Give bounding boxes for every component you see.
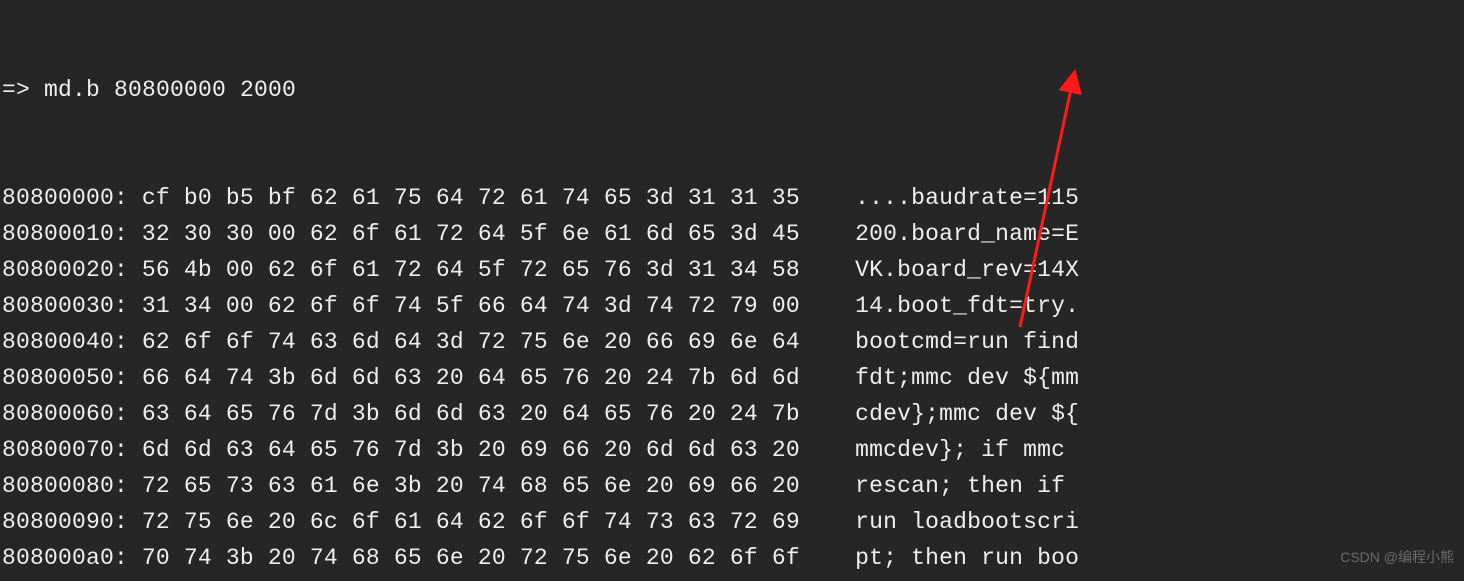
row-hex: 32 30 30 00 62 6f 61 72 64 5f 6e 61 6d 6… <box>142 216 800 252</box>
row-address: 80800050: <box>2 360 128 396</box>
row-hex: 62 6f 6f 74 63 6d 64 3d 72 75 6e 20 66 6… <box>142 324 800 360</box>
row-ascii: 14.boot_fdt=try. <box>855 288 1079 324</box>
hexdump-row: 80800070: 6d 6d 63 64 65 76 7d 3b 20 69 6… <box>2 432 1079 468</box>
row-address: 80800040: <box>2 324 128 360</box>
row-address: 80800090: <box>2 504 128 540</box>
row-ascii: fdt;mmc dev ${mm <box>855 360 1079 396</box>
hexdump-row: 80800080: 72 65 73 63 61 6e 3b 20 74 68 6… <box>2 468 1079 504</box>
row-address: 808000a0: <box>2 540 128 576</box>
row-ascii: mmcdev}; if mmc <box>855 432 1079 468</box>
row-hex: 6d 6d 63 64 65 76 7d 3b 20 69 66 20 6d 6… <box>142 432 800 468</box>
row-hex: 74 73 63 72 69 70 74 3b 20 65 6c 73 65 2… <box>142 576 800 581</box>
hexdump-row: 80800000: cf b0 b5 bf 62 61 75 64 72 61 7… <box>2 180 1079 216</box>
row-ascii: 200.board_name=E <box>855 216 1079 252</box>
row-address: 80800060: <box>2 396 128 432</box>
hexdump-row: 80800010: 32 30 30 00 62 6f 61 72 64 5f 6… <box>2 216 1079 252</box>
hexdump-row: 808000b0: 74 73 63 72 69 70 74 3b 20 65 6… <box>2 576 1079 581</box>
row-ascii: run loadbootscri <box>855 504 1079 540</box>
terminal-output: => md.b 80800000 2000 80800000: cf b0 b5 … <box>0 0 1081 581</box>
command-line: => md.b 80800000 2000 <box>2 72 1079 108</box>
row-hex: cf b0 b5 bf 62 61 75 64 72 61 74 65 3d 3… <box>142 180 800 216</box>
row-hex: 31 34 00 62 6f 6f 74 5f 66 64 74 3d 74 7… <box>142 288 800 324</box>
command-text: => md.b 80800000 2000 <box>2 72 296 108</box>
row-hex: 63 64 65 76 7d 3b 6d 6d 63 20 64 65 76 2… <box>142 396 800 432</box>
row-ascii: ....baudrate=115 <box>855 180 1079 216</box>
row-hex: 72 75 6e 20 6c 6f 61 64 62 6f 6f 74 73 6… <box>142 504 800 540</box>
row-hex: 66 64 74 3b 6d 6d 63 20 64 65 76 20 24 7… <box>142 360 800 396</box>
hexdump-row: 808000a0: 70 74 3b 20 74 68 65 6e 20 72 7… <box>2 540 1079 576</box>
hexdump-row: 80800040: 62 6f 6f 74 63 6d 64 3d 72 75 6… <box>2 324 1079 360</box>
hexdump-row: 80800020: 56 4b 00 62 6f 61 72 64 5f 72 6… <box>2 252 1079 288</box>
hexdump-row: 80800050: 66 64 74 3b 6d 6d 63 20 64 65 7… <box>2 360 1079 396</box>
row-hex: 70 74 3b 20 74 68 65 6e 20 72 75 6e 20 6… <box>142 540 800 576</box>
row-address: 80800020: <box>2 252 128 288</box>
row-hex: 72 65 73 63 61 6e 3b 20 74 68 65 6e 20 6… <box>142 468 800 504</box>
row-ascii: cdev};mmc dev ${ <box>855 396 1079 432</box>
row-address: 80800010: <box>2 216 128 252</box>
watermark-text: CSDN @编程小熊 <box>1340 539 1454 575</box>
row-address: 80800030: <box>2 288 128 324</box>
row-ascii: pt; then run boo <box>855 540 1079 576</box>
hexdump-row: 80800090: 72 75 6e 20 6c 6f 61 64 62 6f 6… <box>2 504 1079 540</box>
row-hex: 56 4b 00 62 6f 61 72 64 5f 72 65 76 3d 3… <box>142 252 800 288</box>
row-ascii: bootcmd=run find <box>855 324 1079 360</box>
row-address: 80800000: <box>2 180 128 216</box>
row-address: 808000b0: <box>2 576 128 581</box>
hexdump-row: 80800030: 31 34 00 62 6f 6f 74 5f 66 64 7… <box>2 288 1079 324</box>
row-address: 80800070: <box>2 432 128 468</box>
row-ascii: tscript; else if <box>855 576 1079 581</box>
row-ascii: VK.board_rev=14X <box>855 252 1079 288</box>
hexdump-row: 80800060: 63 64 65 76 7d 3b 6d 6d 63 20 6… <box>2 396 1079 432</box>
row-ascii: rescan; then if <box>855 468 1079 504</box>
row-address: 80800080: <box>2 468 128 504</box>
